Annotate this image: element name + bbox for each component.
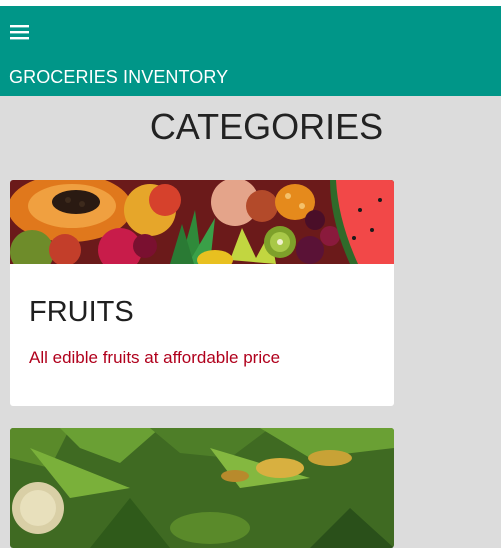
app-bar: GROCERIES INVENTORY (0, 6, 501, 96)
card-title: FRUITS (29, 296, 134, 328)
app-title: GROCERIES INVENTORY (9, 67, 229, 87)
menu-button[interactable] (8, 18, 34, 46)
fruits-image (10, 180, 394, 264)
card-description: All edible fruits at affordable price (29, 348, 281, 367)
category-card-fruits[interactable]: FRUITS All edible fruits at affordable p… (10, 180, 394, 406)
category-card-vegetables[interactable] (10, 428, 394, 548)
page-heading: CATEGORIES (149, 106, 384, 147)
vegetables-image (10, 428, 394, 548)
hamburger-menu-icon (10, 25, 29, 40)
